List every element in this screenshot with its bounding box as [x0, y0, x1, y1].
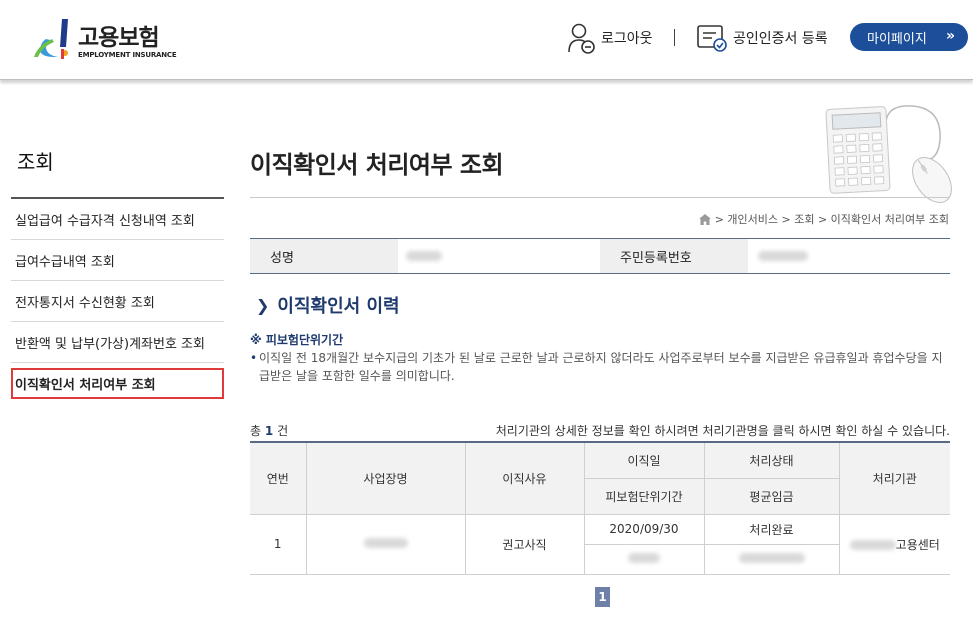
- title-divider: [250, 197, 950, 198]
- employment-insurance-logo[interactable]: 고용보험 EMPLOYMENT INSURANCE: [32, 17, 177, 63]
- name-redacted: [406, 251, 442, 261]
- col-header-insured-period: 피보험단위기간: [584, 477, 705, 515]
- rrn-value: [748, 239, 950, 273]
- section-title: ❯ 이직확인서 이력: [256, 292, 400, 318]
- breadcrumb: > 개인서비스 > 조회 > 이직확인서 처리여부 조회: [698, 211, 949, 227]
- col-header-status: 처리상태: [703, 441, 840, 479]
- cell-company: [305, 513, 466, 575]
- rrn-redacted: [758, 251, 808, 261]
- sidebar-item-separation-certificate[interactable]: 이직확인서 처리여부 조회: [11, 368, 224, 399]
- note-body: 이직일 전 18개월간 보수지급의 기초가 된 날로 근로한 날과 근로하지 않…: [250, 349, 950, 385]
- page-title: 이직확인서 처리여부 조회: [250, 151, 504, 179]
- count-value: 1: [264, 424, 274, 438]
- avg-wage-redacted: [738, 553, 805, 563]
- sidebar-item-benefit-history[interactable]: 급여수급내역 조회: [11, 240, 224, 281]
- double-chevron-right-icon: »: [945, 28, 955, 44]
- sidebar-title: 조회: [17, 150, 54, 174]
- name-value: [398, 239, 600, 273]
- breadcrumb-path: > 개인서비스 > 조회 > 이직확인서 처리여부 조회: [714, 213, 949, 226]
- col-header-no: 연번: [250, 441, 307, 515]
- logo-mark-icon: [34, 19, 68, 59]
- top-header: 고용보험 EMPLOYMENT INSURANCE 로그아웃 공인인증서 등록 …: [0, 0, 973, 80]
- logout-button[interactable]: 로그아웃: [566, 22, 653, 54]
- calculator-mouse-illustration: [825, 105, 952, 203]
- agency-redacted: [849, 540, 896, 550]
- sidebar-menu: 실업급여 수급자격 신청내역 조회 급여수급내역 조회 전자통지서 수신현황 조…: [11, 199, 224, 404]
- sidebar-item-unemployment-eligibility[interactable]: 실업급여 수급자격 신청내역 조회: [11, 199, 224, 240]
- sidebar-item-refund-account[interactable]: 반환액 및 납부(가상)계좌번호 조회: [11, 322, 224, 363]
- mypage-label: 마이페이지: [867, 31, 927, 47]
- certificate-label: 공인인증서 등록: [733, 31, 828, 47]
- cell-agency[interactable]: 고용센터: [838, 513, 950, 575]
- agency-hint: 처리기관의 상세한 정보를 확인 하시려면 처리기관명을 클릭 하시면 확인 하…: [495, 424, 950, 438]
- logo-text: 고용보험: [78, 25, 160, 51]
- name-label: 성명: [250, 239, 398, 273]
- col-header-reason: 이직사유: [464, 441, 585, 515]
- count-suffix: 건: [277, 424, 289, 438]
- certificate-icon: [697, 25, 727, 52]
- agency-suffix: 고용센터: [895, 537, 940, 552]
- cell-leave-date: 2020/09/30: [583, 513, 705, 545]
- col-header-agency: 처리기관: [838, 441, 950, 515]
- header-divider: [674, 29, 675, 46]
- cell-status: 처리완료: [703, 513, 840, 545]
- chevron-right-icon: ❯: [256, 295, 270, 315]
- count-prefix: 총: [250, 424, 262, 438]
- col-header-avg-wage: 평균임금: [703, 477, 839, 515]
- logo-subtext: EMPLOYMENT INSURANCE: [78, 51, 177, 59]
- note-heading: ※ 피보험단위기간: [250, 333, 344, 347]
- certificate-register-button[interactable]: 공인인증서 등록: [696, 22, 828, 54]
- sidebar-item-electronic-notice[interactable]: 전자통지서 수신현황 조회: [11, 281, 224, 322]
- user-logout-icon: [568, 23, 595, 54]
- rrn-label: 주민등록번호: [600, 239, 748, 273]
- home-icon[interactable]: [698, 213, 711, 225]
- mypage-button[interactable]: 마이페이지 »: [850, 23, 968, 51]
- cell-reason: 권고사직: [464, 513, 585, 575]
- col-header-leave-date: 이직일: [583, 441, 705, 479]
- logout-label: 로그아웃: [601, 31, 653, 47]
- company-redacted: [363, 538, 408, 548]
- section-title-text: 이직확인서 이력: [277, 296, 400, 317]
- col-header-company: 사업장명: [305, 441, 466, 515]
- cell-avg-wage: [703, 543, 839, 575]
- table-row: 1 권고사직 2020/09/30 처리완료 고용센터: [250, 513, 950, 575]
- insured-period-redacted: [628, 553, 660, 563]
- result-count: 총 1 건: [250, 422, 288, 439]
- cell-insured-period: [584, 543, 705, 575]
- pagination-page-1[interactable]: 1: [595, 587, 610, 607]
- cell-no: 1: [250, 513, 307, 575]
- user-info-bar: 성명 주민등록번호: [250, 238, 950, 274]
- separation-history-table: 연번 사업장명 이직사유 이직일 처리상태 처리기관 피보험단위기간 평균임금 …: [250, 441, 950, 575]
